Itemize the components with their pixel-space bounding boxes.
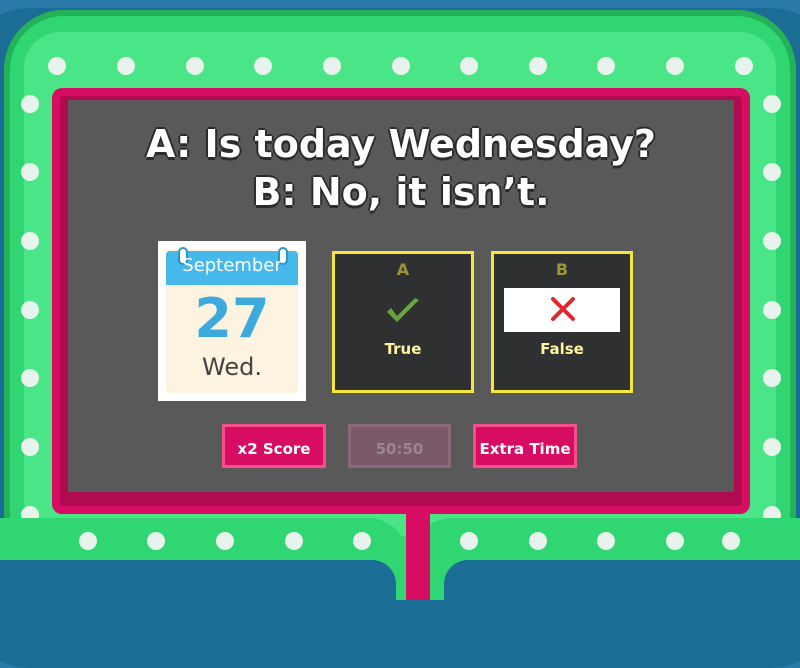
frame-light-dot (763, 438, 781, 456)
frame-light-dot (117, 57, 135, 75)
checkmark-icon (387, 298, 419, 322)
frame-light-dot (763, 369, 781, 387)
frame-light-dot (763, 95, 781, 113)
frame-light-dot (666, 57, 684, 75)
frame-light-dot (763, 301, 781, 319)
frame-light-dot (21, 95, 39, 113)
question-line-b: B: No, it isn’t. (252, 170, 550, 214)
frame-light-dot (285, 532, 303, 550)
question-text: A: Is today Wednesday? B: No, it isn’t. (68, 120, 734, 216)
frame-light-dot (147, 532, 165, 550)
frame-light-dot (529, 57, 547, 75)
cross-icon (551, 297, 575, 321)
bottom-frame-left-inner (0, 560, 396, 600)
frame-light-dot (597, 532, 615, 550)
frame-light-dot (21, 163, 39, 181)
answer-label: False (540, 340, 584, 358)
frame-light-dot (392, 57, 410, 75)
frame-stem (406, 512, 430, 600)
answer-image-box (504, 288, 620, 332)
frame-light-dot (216, 532, 234, 550)
frame-light-dot (722, 532, 740, 550)
x2-score-button[interactable]: x2 Score (222, 424, 326, 468)
frame-light-dot (735, 57, 753, 75)
calendar-month: September (182, 255, 282, 276)
answer-letter: B (555, 260, 569, 279)
answer-letter: A (396, 260, 410, 279)
frame-light-dot (21, 438, 39, 456)
extra-time-button[interactable]: Extra Time (473, 424, 577, 468)
answer-option-b[interactable]: B False (491, 251, 633, 393)
frame-light-dot (529, 532, 547, 550)
frame-light-dot (353, 532, 371, 550)
frame-light-dot (48, 57, 66, 75)
frame-light-dot (763, 232, 781, 250)
calendar-weekday: Wed. (202, 353, 262, 381)
bottom-frame-right-inner (444, 560, 800, 600)
calendar-day: 27 (194, 287, 270, 350)
calendar-image: September 27 Wed. (158, 241, 306, 401)
frame-light-dot (666, 532, 684, 550)
game-stage: A: Is today Wednesday? B: No, it isn’t. … (0, 0, 800, 668)
answer-option-a[interactable]: A True (332, 251, 474, 393)
frame-light-dot (21, 369, 39, 387)
frame-light-dot (763, 163, 781, 181)
frame-light-dot (597, 57, 615, 75)
frame-light-dot (21, 301, 39, 319)
frame-light-dot (79, 532, 97, 550)
frame-light-dot (323, 57, 341, 75)
question-line-a: A: Is today Wednesday? (146, 122, 656, 166)
fifty-fifty-button: 50:50 (348, 424, 451, 468)
answer-label: True (384, 340, 422, 358)
frame-light-dot (254, 57, 272, 75)
frame-light-dot (21, 232, 39, 250)
frame-light-dot (186, 57, 204, 75)
frame-light-dot (460, 57, 478, 75)
frame-light-dot (460, 532, 478, 550)
